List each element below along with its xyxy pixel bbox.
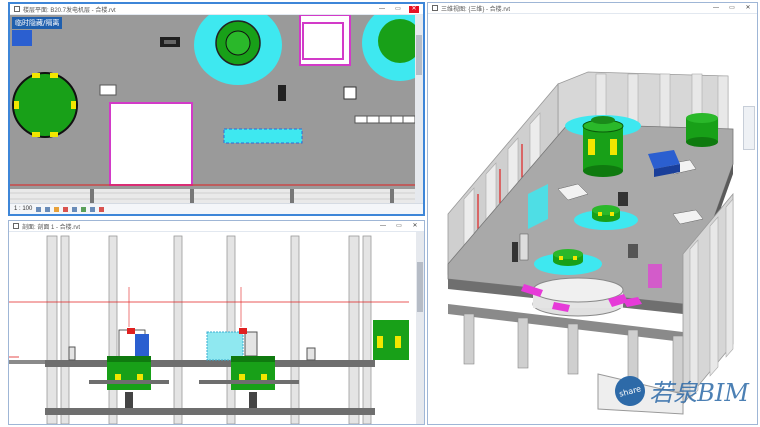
- plan-view-control-bar[interactable]: 1 : 100: [10, 203, 423, 214]
- close-button[interactable]: ✕: [410, 222, 420, 230]
- restore-button[interactable]: ▭: [394, 223, 404, 230]
- visual-style-icon[interactable]: [45, 206, 51, 212]
- sun-path-icon[interactable]: [54, 206, 60, 212]
- minimize-button[interactable]: —: [378, 223, 388, 230]
- 3d-model-drawing: [447, 71, 734, 415]
- generator-left: [12, 72, 78, 138]
- share-badge: share: [611, 372, 649, 409]
- shadows-icon[interactable]: [63, 206, 69, 212]
- navigation-bar[interactable]: [743, 106, 755, 150]
- section-view-titlebar[interactable]: 剖面: 剖面 1 - 合楼.rvt — ▭ ✕: [9, 221, 424, 232]
- detail-level-icon[interactable]: [36, 206, 42, 212]
- close-button[interactable]: ✕: [743, 4, 753, 12]
- 3d-canvas[interactable]: share 若泉BIM: [428, 14, 757, 424]
- crop-view-icon[interactable]: [72, 206, 78, 212]
- section-view-window[interactable]: 剖面: 剖面 1 - 合楼.rvt — ▭ ✕: [8, 220, 425, 425]
- watermark-text: 若泉BIM: [649, 379, 749, 407]
- section-view-title: 剖面: 剖面 1 - 合楼.rvt: [22, 224, 81, 231]
- minimize-button[interactable]: —: [377, 6, 387, 13]
- view-icon: [14, 6, 20, 12]
- section-vertical-scrollbar[interactable]: [416, 232, 424, 424]
- plan-canvas[interactable]: 临时隐藏/隔离: [10, 15, 423, 205]
- 3d-view-titlebar[interactable]: 三维视图: {三维} - 合楼.rvt — ▭ ✕: [428, 3, 757, 14]
- 3d-view-title: 三维视图: {三维} - 合楼.rvt: [441, 6, 511, 13]
- section-canvas[interactable]: [9, 232, 424, 424]
- selected-cyan-element: [223, 128, 303, 144]
- view-icon: [432, 5, 438, 11]
- section-drawing: [9, 235, 409, 424]
- scale-label[interactable]: 1 : 100: [14, 206, 32, 212]
- plan-vertical-scrollbar[interactable]: [415, 15, 423, 203]
- plan-view-title: 楼层平面: B20.7发电机层 - 合楼.rvt: [23, 7, 116, 14]
- 3d-view-window[interactable]: 三维视图: {三维} - 合楼.rvt — ▭ ✕ share 若泉BIM: [427, 2, 758, 425]
- revit-workspace: 楼层平面: B20.7发电机层 - 合楼.rvt — ▭ ✕ 临时隐藏/隔离 1…: [0, 0, 760, 427]
- plan-view-titlebar[interactable]: 楼层平面: B20.7发电机层 - 合楼.rvt — ▭ ✕: [10, 4, 423, 15]
- white-room: [109, 102, 193, 186]
- plan-drawing: [10, 15, 423, 205]
- watermark: share 若泉BIM: [611, 372, 749, 409]
- plan-view-window[interactable]: 楼层平面: B20.7发电机层 - 合楼.rvt — ▭ ✕ 临时隐藏/隔离 1…: [8, 2, 425, 216]
- minimize-button[interactable]: —: [711, 5, 721, 12]
- blue-equipment: [12, 30, 32, 46]
- close-button[interactable]: ✕: [409, 5, 419, 13]
- temporary-hide-isolate-tag[interactable]: 临时隐藏/隔离: [12, 17, 63, 29]
- restore-button[interactable]: ▭: [727, 5, 737, 12]
- temporary-hide-icon[interactable]: [90, 206, 96, 212]
- reveal-hidden-icon[interactable]: [99, 206, 105, 212]
- restore-button[interactable]: ▭: [393, 6, 403, 13]
- show-crop-icon[interactable]: [81, 206, 87, 212]
- view-icon: [13, 223, 19, 229]
